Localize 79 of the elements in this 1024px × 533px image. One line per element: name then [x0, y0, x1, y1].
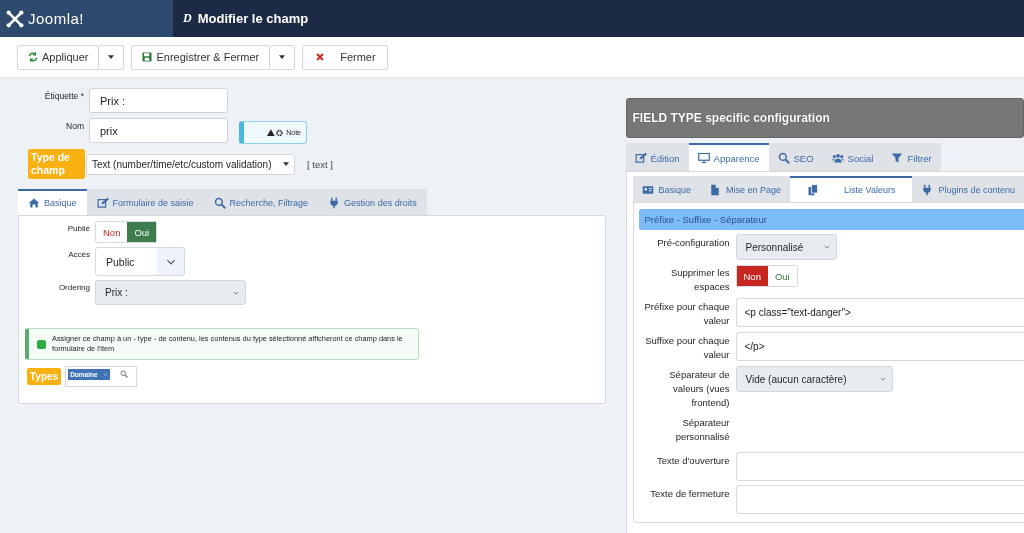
field-label: Texte d'ouverture [655, 454, 731, 468]
tab[interactable]: Liste Valeurs [790, 176, 913, 202]
checkbox[interactable] [37, 339, 46, 349]
tab[interactable]: Plugins de contenu [912, 176, 1024, 202]
field-label: Nom [65, 120, 85, 131]
field-label: Préfixe pour chaque valeur [643, 300, 731, 328]
plug-icon [328, 197, 341, 209]
type-code: [ text ] [307, 158, 333, 170]
refresh-icon [27, 51, 39, 63]
logo-text: Joomla! [28, 10, 85, 27]
field-label: Séparateur personnalisé [674, 416, 731, 444]
tab[interactable]: Basique [18, 189, 87, 215]
filter-icon [891, 152, 904, 164]
field-label: Séparateur de valeurs (vues frontend) [668, 368, 731, 410]
text-field[interactable] [735, 452, 1024, 481]
search-icon [119, 370, 128, 378]
text-field[interactable]: </p> [735, 332, 1024, 361]
caret-icon [279, 55, 286, 59]
toolbar-button[interactable]: Enregistrer & Fermer [131, 44, 271, 70]
tab[interactable]: Basique [632, 176, 701, 202]
chevron-down-icon [879, 377, 886, 381]
field-label: Étiquette * [43, 90, 85, 101]
field-label: Types [27, 368, 62, 385]
caret-icon [283, 162, 289, 166]
search-icon [213, 197, 226, 209]
tab[interactable]: Formulaire de saisie [86, 189, 204, 215]
edit-icon [96, 197, 109, 209]
field-label: Supprimer les espaces [669, 266, 731, 294]
dropdown-toggle[interactable] [270, 44, 296, 70]
chevron-down-icon [233, 290, 239, 295]
section-header: Préfixe - Suffixe - Séparateur [638, 209, 1024, 230]
toolbar-button[interactable]: Appliquer [17, 44, 100, 70]
text-field[interactable]: Prix : [89, 88, 228, 113]
text-field[interactable] [735, 485, 1024, 514]
toggle-option[interactable]: Oui [127, 222, 157, 242]
tab[interactable]: Filtrer [882, 143, 941, 171]
toggle-option[interactable]: Non [736, 266, 768, 286]
tab[interactable]: Gestion des droits [318, 189, 427, 215]
field-label: Accès [67, 249, 91, 259]
text-field[interactable]: prix [89, 118, 228, 143]
field-label: Type de champ [28, 149, 85, 179]
tab[interactable]: Apparence [688, 143, 769, 171]
caret-icon [108, 55, 115, 59]
search-icon [777, 152, 790, 164]
copy-icon [807, 184, 820, 196]
plug-icon [921, 184, 934, 196]
field-label: Suffixe pour chaque valeur [644, 334, 731, 362]
chevron-down-icon [823, 245, 830, 249]
edit-icon [634, 152, 647, 164]
panel-title: FIELD TYPE specific configuration [625, 98, 1024, 138]
title-glyph: D [183, 11, 192, 26]
text-field[interactable]: <p class="text-danger"> [735, 298, 1024, 327]
id-card-icon [641, 184, 654, 196]
remove-icon[interactable] [102, 372, 108, 377]
file-icon [709, 184, 722, 196]
close-icon [314, 51, 327, 63]
chevron-down-icon [165, 258, 176, 265]
select-field[interactable]: Vide (aucun caractère) [735, 366, 893, 392]
monitor-icon [697, 152, 710, 164]
tab[interactable]: Mise en Page [700, 176, 791, 202]
select-field[interactable]: Public [95, 247, 185, 276]
select-field[interactable]: Personnalisé [735, 234, 837, 260]
users-icon [831, 152, 844, 164]
logo-icon [6, 9, 24, 28]
tab[interactable]: Édition [625, 143, 689, 171]
tab[interactable]: Social [822, 143, 883, 171]
tab[interactable]: SEO [768, 143, 823, 171]
select-field[interactable]: Prix : [95, 280, 246, 305]
tab[interactable]: Recherche, Filtrage [203, 189, 319, 215]
toolbar-button[interactable]: Fermer [302, 44, 388, 70]
select-field[interactable]: Text (number/time/etc/custom validation) [86, 153, 295, 175]
page-title: Modifier le champ [197, 11, 309, 26]
warning-gear-icon [267, 128, 285, 137]
field-label: Pré-configuration [656, 236, 731, 250]
field-label: Publié [66, 223, 91, 233]
dropdown-toggle[interactable] [99, 44, 125, 70]
field-label: Texte de fermeture [649, 487, 731, 501]
home-icon [28, 197, 40, 209]
field-label: Ordering [57, 282, 91, 292]
